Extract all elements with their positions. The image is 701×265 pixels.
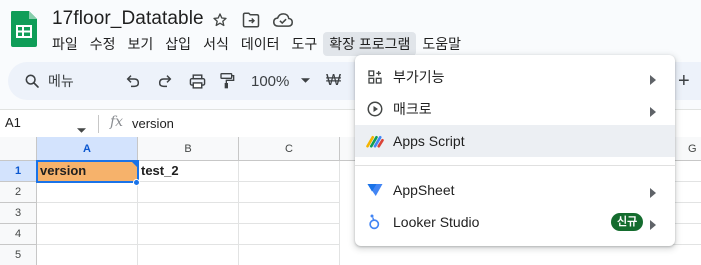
cell-a2[interactable] [37,182,138,203]
menu-item-add-ons[interactable]: 부가기능 [355,61,675,93]
plus-icon: + [678,69,690,92]
menu-bar: 파일 수정 보기 삽입 서식 데이터 도구 확장 프로그램 도움말 [46,32,467,56]
select-all-corner[interactable] [0,137,37,161]
cell-note-indicator [131,161,137,167]
cell-c2[interactable] [239,182,340,203]
menu-item-looker-studio-label: Looker Studio [393,214,480,230]
formula-input[interactable]: version [132,116,174,131]
menu-extensions[interactable]: 확장 프로그램 [323,32,417,56]
row-header-5[interactable]: 5 [0,245,37,265]
move-to-folder-icon[interactable] [241,10,261,30]
menu-edit[interactable]: 수정 [84,32,122,56]
menu-tools[interactable]: 도구 [285,32,323,56]
cell-c5[interactable] [239,245,340,265]
menu-item-apps-script[interactable]: Apps Script [355,125,675,157]
menu-help[interactable]: 도움말 [416,32,467,56]
cell-a5[interactable] [37,245,138,265]
menu-item-macros[interactable]: 매크로 [355,93,675,125]
column-header-c[interactable]: C [239,137,340,161]
cell-a4[interactable] [37,224,138,245]
column-header-b[interactable]: B [138,137,239,161]
row-header-1[interactable]: 1 [0,161,37,182]
menu-item-looker-studio[interactable]: Looker Studio 신규 [355,206,675,238]
menu-separator [355,165,675,166]
cell-b3[interactable] [138,203,239,224]
new-badge: 신규 [611,213,644,231]
extensions-menu: 부가기능 매크로 Apps Script AppSheet Looker Stu… [355,55,675,246]
looker-studio-icon [365,212,385,232]
row-header-4[interactable]: 4 [0,224,37,245]
menu-data[interactable]: 데이터 [235,32,286,56]
row-header-3[interactable]: 3 [0,203,37,224]
currency-format-button[interactable]: ₩ [326,62,341,100]
cell-c1[interactable] [239,161,340,182]
currency-symbol: ₩ [326,72,342,89]
formula-divider [98,115,99,133]
paint-format-icon[interactable] [216,62,238,100]
cell-c3[interactable] [239,203,340,224]
apps-script-icon [365,131,385,151]
sheets-window: 17floor_Datatable 파일 수정 보기 삽입 서식 데이터 도구 … [0,0,701,265]
menu-insert[interactable]: 삽입 [159,32,197,56]
zoom-select[interactable]: 100% [251,62,311,100]
font-size-increase-button[interactable]: + [678,62,690,100]
fill-handle[interactable] [133,179,140,186]
macro-play-icon [365,99,385,119]
redo-icon[interactable] [154,62,176,100]
submenu-arrow-icon [649,185,659,198]
appsheet-icon [365,180,385,200]
cell-b5[interactable] [138,245,239,265]
add-ons-icon [365,67,385,87]
menu-item-appsheet-label: AppSheet [393,182,455,198]
cell-b2[interactable] [138,182,239,203]
submenu-arrow-icon [649,104,659,117]
search-icon [24,73,40,89]
menu-item-apps-script-label: Apps Script [393,133,465,149]
menu-item-macros-label: 매크로 [393,101,432,117]
cell-g5[interactable] [640,245,701,265]
name-box[interactable]: A1 [5,115,21,130]
cell-a3[interactable] [37,203,138,224]
fx-icon: fx [110,114,124,130]
menu-search-label: 메뉴 [48,73,74,89]
caret-down-icon [301,78,311,84]
menu-view[interactable]: 보기 [122,32,160,56]
star-icon[interactable] [210,10,230,30]
menu-item-appsheet[interactable]: AppSheet [355,174,675,206]
submenu-arrow-icon [649,217,659,230]
cell-b4[interactable] [138,224,239,245]
menu-item-add-ons-label: 부가기능 [393,69,445,85]
column-header-a[interactable]: A [37,137,138,161]
cell-c4[interactable] [239,224,340,245]
print-icon[interactable] [186,62,208,100]
menu-file[interactable]: 파일 [46,32,84,56]
sheets-logo-icon[interactable] [10,11,38,47]
row-header-2[interactable]: 2 [0,182,37,203]
submenu-arrow-icon [649,72,659,85]
undo-icon[interactable] [122,62,144,100]
cell-b1[interactable]: test_2 [138,161,239,182]
cell-a1[interactable]: version [37,161,138,182]
cloud-saved-icon[interactable] [273,10,293,30]
menu-search-button[interactable]: 메뉴 [24,62,74,100]
zoom-value: 100% [251,72,290,90]
document-title[interactable]: 17floor_Datatable [52,8,204,30]
menu-format[interactable]: 서식 [197,32,235,56]
